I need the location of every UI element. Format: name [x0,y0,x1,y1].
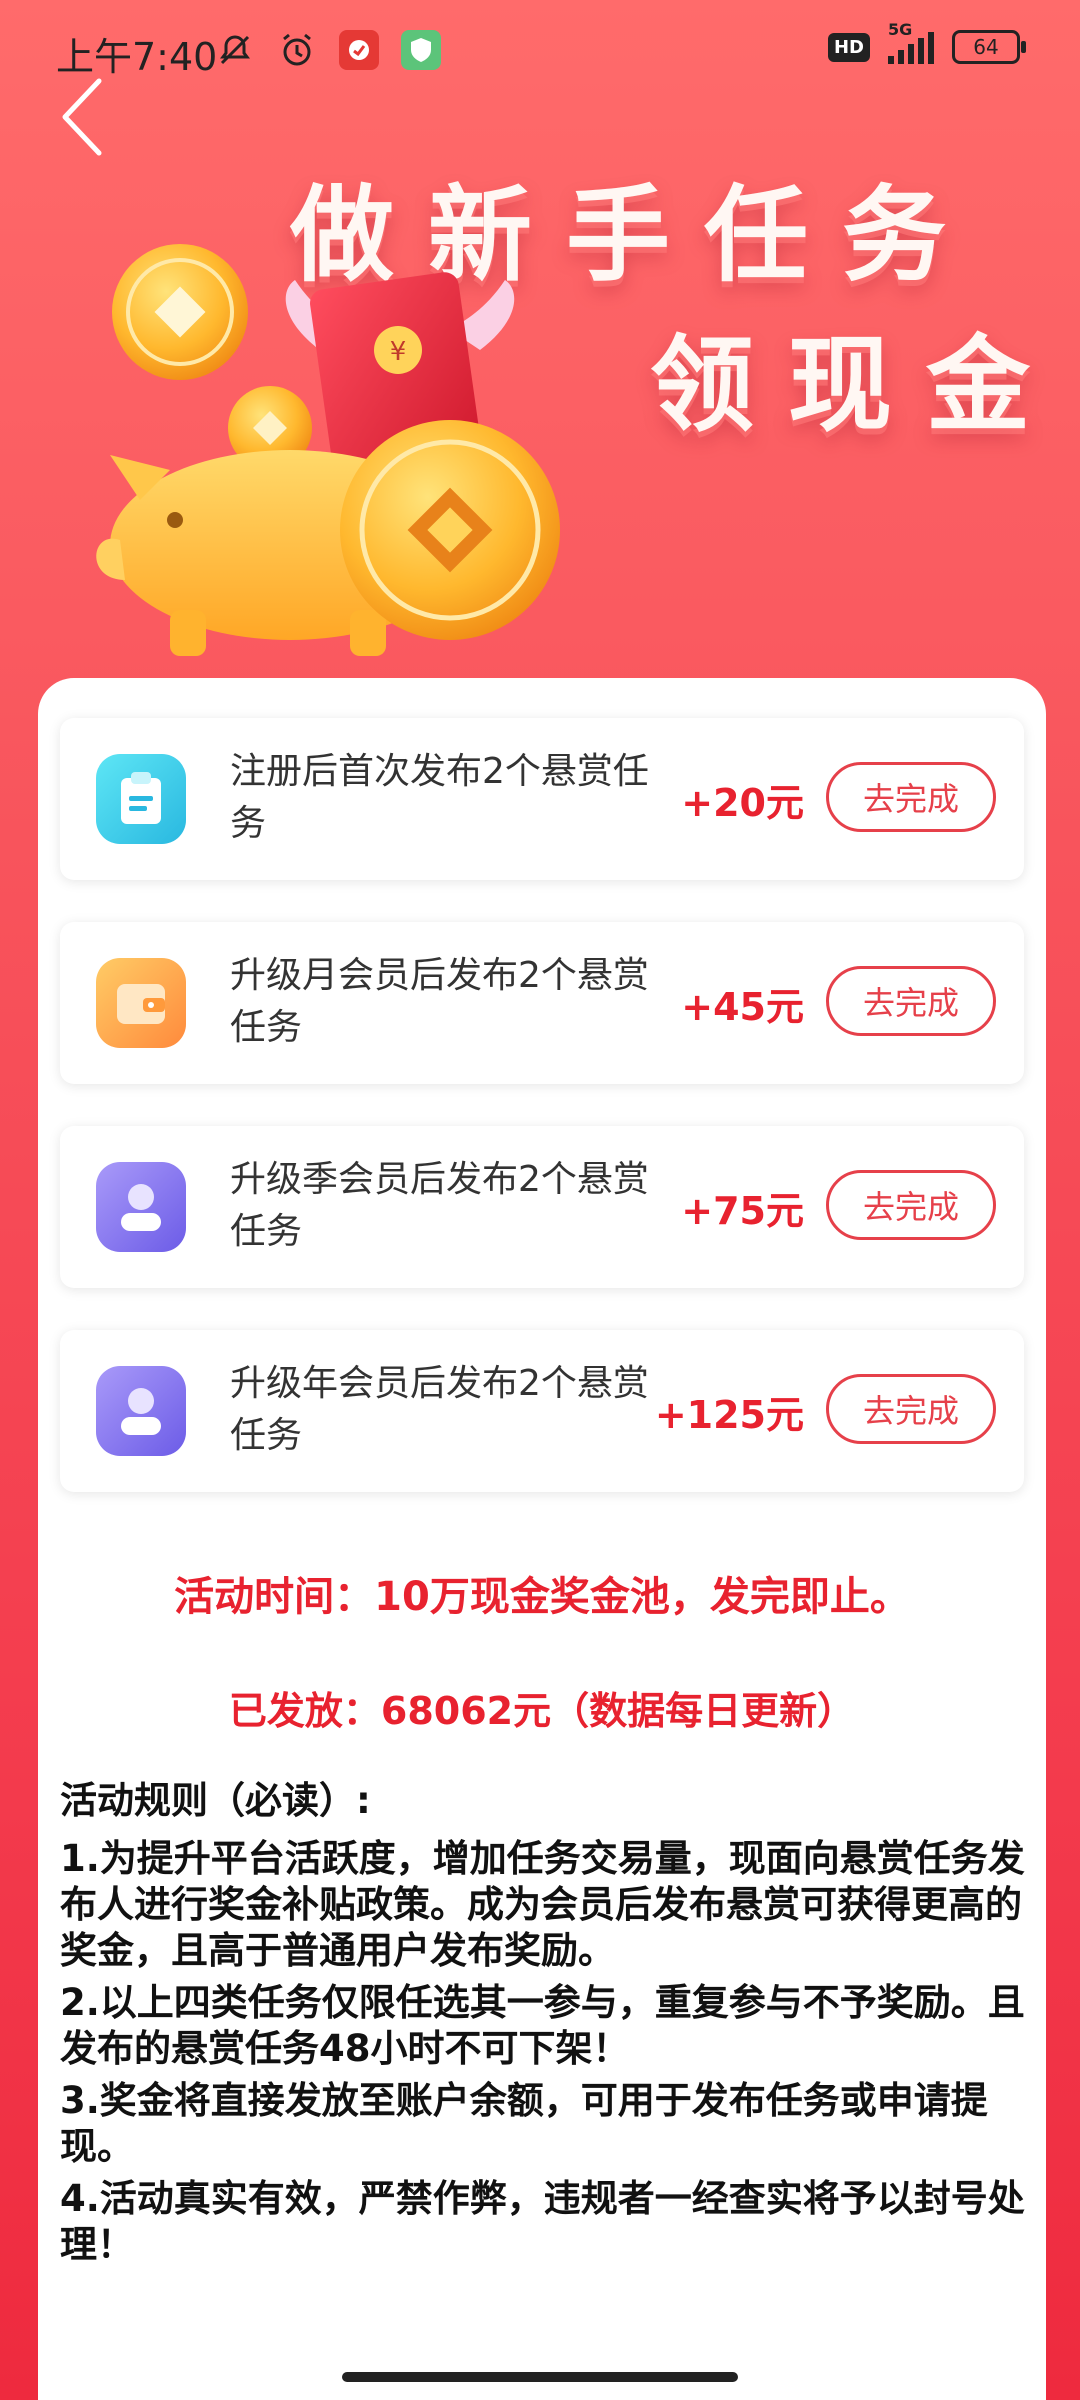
signal-icon: 5G [888,20,934,64]
activity-time-notice: 活动时间：10万现金奖金池，发完即止。 [174,1574,910,1620]
svg-text:¥: ¥ [390,337,407,367]
hero-title-line2: 领现金 [650,324,1065,446]
wallet-icon [96,958,186,1048]
task-item: 升级月会员后发布2个悬赏任务 +45元 去完成 [60,922,1024,1084]
rule-item: 1.为提升平台活跃度，增加任务交易量，现面向悬赏任务发布人进行奖金补贴政策。成为… [60,1837,1025,1972]
status-icons [215,30,441,70]
status-right: HD 5G 64 [827,20,1026,64]
big-coin-icon [340,420,560,640]
rule-item: 4.活动真实有效，严禁作弊，违规者一经查实将予以封号处理！ [60,2177,1025,2266]
rule-item: 2.以上四类任务仅限任选其一参与，重复参与不予奖励。且发布的悬赏任务48小时不可… [60,1981,1025,2070]
app-notification-icon [339,30,379,70]
user-icon [96,1366,186,1456]
task-item: 升级年会员后发布2个悬赏任务 +125元 去完成 [60,1330,1024,1492]
task-description: 升级年会员后发布2个悬赏任务 [230,1363,649,1456]
hd-badge: HD [827,32,870,62]
task-description: 升级月会员后发布2个悬赏任务 [230,955,649,1048]
back-button[interactable] [52,72,112,162]
task-reward: +45元 [681,985,804,1029]
go-complete-button[interactable]: 去完成 [826,1170,996,1240]
status-bar: 上午7:40 HD 5G 64 [0,0,1080,100]
task-description: 注册后首次发布2个悬赏任务 [230,751,649,844]
clipboard-icon [96,754,186,844]
rules-title: 活动规则（必读）: [60,1779,371,1822]
battery-level: 64 [973,35,999,59]
task-card: 注册后首次发布2个悬赏任务 +20元 去完成 升级月会员后发布2个悬赏任务 +4… [38,678,1046,2400]
alarm-icon [277,30,317,70]
back-arrow-icon [62,78,102,156]
user-icon [96,1162,186,1252]
task-reward: +20元 [681,781,804,825]
rule-item: 3.奖金将直接发放至账户余额，可用于发布任务或申请提现。 [60,2079,988,2168]
rules-section: 活动规则（必读）: 1.为提升平台活跃度，增加任务交易量，现面向悬赏任务发布人进… [60,1778,1040,2274]
battery-icon: 64 [952,30,1026,64]
task-reward: +125元 [654,1393,804,1437]
go-complete-button[interactable]: 去完成 [826,762,996,832]
go-complete-button[interactable]: 去完成 [826,1374,996,1444]
task-reward: +75元 [681,1189,804,1233]
task-item: 注册后首次发布2个悬赏任务 +20元 去完成 [60,718,1024,880]
go-complete-button[interactable]: 去完成 [826,966,996,1036]
task-item: 升级季会员后发布2个悬赏任务 +75元 去完成 [60,1126,1024,1288]
page: 上午7:40 HD 5G 64 做新手任务 领现金 ¥ 注册后首次发布2个悬赏任… [0,0,1080,2400]
home-indicator[interactable] [342,2372,738,2382]
mute-icon [215,30,255,70]
shield-app-icon [401,30,441,70]
network-type: 5G [888,20,913,39]
issued-amount-notice: 已发放：68062元（数据每日更新） [228,1689,856,1733]
coin-icon [112,244,248,380]
piggy-bank-illustration: ¥ [96,244,560,656]
task-description: 升级季会员后发布2个悬赏任务 [230,1159,649,1252]
